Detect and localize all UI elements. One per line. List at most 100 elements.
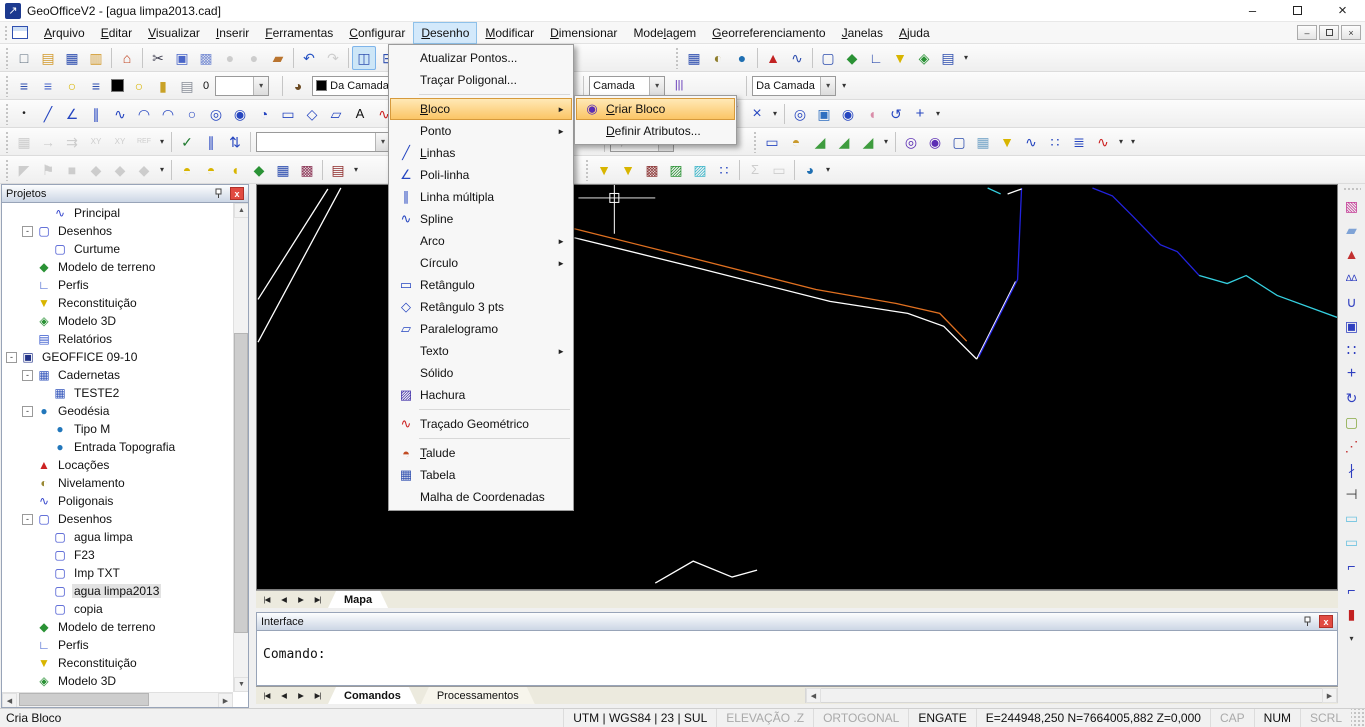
exportar-opcoes-dropdown-icon[interactable]: ▾ xyxy=(822,158,834,182)
menu-configurar[interactable]: Configurar xyxy=(341,22,413,44)
tab-processamentos[interactable]: Processamentos xyxy=(421,687,535,704)
tree-item-imp-txt[interactable]: ▢Imp TXT xyxy=(2,564,232,582)
compasso-button[interactable]: ◔ xyxy=(252,102,276,126)
zoom-total-button[interactable]: ▣ xyxy=(812,102,836,126)
combo-tipo-linha[interactable]: Camada▾ xyxy=(589,76,665,96)
nav-first-button[interactable]: |◀ xyxy=(258,688,275,703)
filtro-editar-button[interactable]: ▼ xyxy=(616,158,640,182)
talude-lateral-button[interactable]: ◖ xyxy=(223,158,247,182)
talude-menu-item[interactable]: ◓Talude xyxy=(390,442,572,464)
paralelogramo-menu-item[interactable]: ▱Paralelogramo xyxy=(390,318,572,340)
modelo-terreno-1-button[interactable]: ◢ xyxy=(808,130,832,154)
child-close-button[interactable]: × xyxy=(1341,25,1361,40)
offset-button[interactable]: ▣ xyxy=(1340,314,1364,338)
criar-bloco-menu-item[interactable]: ◉Criar Bloco xyxy=(576,98,735,120)
cor-da-camada[interactable] xyxy=(111,79,124,92)
arco-3-pontos-button[interactable]: ◠ xyxy=(156,102,180,126)
cria-bloco-button[interactable]: ◎ xyxy=(899,130,923,154)
modelo-de-terreno-button[interactable]: ◆ xyxy=(840,46,864,70)
retangulo-3-pts-button[interactable]: ◇ xyxy=(300,102,324,126)
solido-menu-item[interactable]: Sólido xyxy=(390,362,572,384)
retangulo-button[interactable]: ▭ xyxy=(276,102,300,126)
menu-georreferenciamento[interactable]: Georreferenciamento xyxy=(704,22,833,44)
combo-camada[interactable]: ▾ xyxy=(215,76,269,96)
nav-last-button[interactable]: ▶| xyxy=(309,688,326,703)
nav-last-button[interactable]: ▶| xyxy=(309,592,326,607)
tree-item-principal[interactable]: ∿Principal xyxy=(2,204,232,222)
eleva-objetos-button[interactable]: ▼ xyxy=(995,130,1019,154)
scroll-right-icon[interactable]: ▶ xyxy=(1322,688,1337,703)
tree-item-copia[interactable]: ▢copia xyxy=(2,600,232,618)
talude-inferior-button[interactable]: ◓ xyxy=(199,158,223,182)
salvar-projeto-button[interactable]: ▥ xyxy=(84,46,108,70)
tree-item-modelo-3d[interactable]: ◈Modelo 3D xyxy=(2,312,232,330)
tree-vertical-scrollbar[interactable]: ▲ ▼ xyxy=(233,203,248,692)
apagar-button[interactable]: × xyxy=(745,102,769,126)
zoom-anterior-button[interactable]: ↺ xyxy=(884,102,908,126)
menu-dimensionar[interactable]: Dimensionar xyxy=(542,22,625,44)
circulo-menu-item[interactable]: Círculo► xyxy=(390,252,572,274)
quebrar-button[interactable]: ▭ xyxy=(1340,506,1364,530)
zoom-opcoes-dropdown-icon[interactable]: ▾ xyxy=(932,102,944,126)
quebrar-2-pontos-button[interactable]: ▭ xyxy=(1340,530,1364,554)
desenhos-button[interactable]: ▢ xyxy=(816,46,840,70)
todas-camadas-button[interactable]: ≡ xyxy=(84,74,108,98)
tree-expander-icon[interactable]: - xyxy=(22,406,33,417)
interface-panel-close-button[interactable]: x xyxy=(1319,615,1333,628)
copiar-objeto-button[interactable]: ▲ xyxy=(1340,242,1364,266)
linhas-menu-item[interactable]: ╱Linhas xyxy=(390,142,572,164)
tabela-coordenadas-button[interactable]: ▦ xyxy=(271,158,295,182)
circulo-button[interactable]: ○ xyxy=(180,102,204,126)
scroll-left-icon[interactable]: ◀ xyxy=(806,688,821,703)
tree-expander-icon[interactable]: - xyxy=(6,352,17,363)
matriz-button[interactable]: ∷ xyxy=(1340,338,1364,362)
cadernetas-button[interactable]: ▦ xyxy=(682,46,706,70)
malha-de-pontos-button[interactable]: ∷ xyxy=(1043,130,1067,154)
poli-linha-menu-item[interactable]: ∠Poli-linha xyxy=(390,164,572,186)
tree-item-geodesia[interactable]: -●Geodésia xyxy=(2,402,232,420)
remove-tabela-button[interactable]: ▩ xyxy=(295,158,319,182)
tree-item-reconstituicao[interactable]: ▼Reconstituição xyxy=(2,294,232,312)
tree-item-relatorios[interactable]: ▤Relatórios xyxy=(2,330,232,348)
nav-prev-button[interactable]: ◀ xyxy=(275,688,292,703)
tree-item-geoffice-09-10[interactable]: -▣GEOFFICE 09-10 xyxy=(2,348,232,366)
texto-button[interactable]: A xyxy=(348,102,372,126)
perfil-terreno-button[interactable]: ∿ xyxy=(1019,130,1043,154)
tree-item-perfis[interactable]: ∟Perfis xyxy=(2,276,232,294)
novo-desenho-2-button[interactable]: ▢ xyxy=(947,130,971,154)
apagar-opcoes-dropdown-icon[interactable]: ▾ xyxy=(769,102,781,126)
linha-projeto-button[interactable]: ∿ xyxy=(1091,130,1115,154)
modificar-opcoes-dropdown-icon[interactable]: ▾ xyxy=(1346,626,1358,650)
projects-panel-close-button[interactable]: x xyxy=(230,187,244,200)
tree-item-nivelamento[interactable]: ◐Nivelamento xyxy=(2,474,232,492)
menu-janelas[interactable]: Janelas xyxy=(834,22,891,44)
malha-opcoes-dropdown-icon[interactable]: ▾ xyxy=(1115,130,1127,154)
talude-superior-button[interactable]: ◓ xyxy=(175,158,199,182)
tracar-poligonal-menu-item[interactable]: Traçar Poligonal... xyxy=(390,69,572,91)
pincel-formatos-button[interactable]: ▰ xyxy=(266,46,290,70)
tree-item-agua-limpa2013[interactable]: ▢agua limpa2013 xyxy=(2,582,232,600)
propriedades-dropdown-icon[interactable]: ▾ xyxy=(838,74,850,98)
tree-item-desenhos[interactable]: -▢Desenhos xyxy=(2,222,232,240)
igualar-propriedades-button[interactable]: ▧ xyxy=(1340,194,1364,218)
retangulo-menu-item[interactable]: ▭Retângulo xyxy=(390,274,572,296)
menu-editar[interactable]: Editar xyxy=(93,22,140,44)
modelo-terreno-2-button[interactable]: ◢ xyxy=(832,130,856,154)
menu-ajuda[interactable]: Ajuda xyxy=(891,22,938,44)
lista-propriedades-button[interactable]: ▤ xyxy=(326,158,350,182)
menu-inserir[interactable]: Inserir xyxy=(208,22,257,44)
menu-desenho[interactable]: Desenho xyxy=(413,22,477,44)
scroll-right-icon[interactable]: ▶ xyxy=(218,693,233,708)
zoom-janela-button[interactable]: ◎ xyxy=(788,102,812,126)
terreno-opcoes-dropdown-icon[interactable]: ▾ xyxy=(880,130,892,154)
window-maximize-button[interactable] xyxy=(1275,0,1320,22)
nav-next-button[interactable]: ▶ xyxy=(292,688,309,703)
locacoes-button[interactable]: ▲ xyxy=(761,46,785,70)
modelo-3d-button[interactable]: ◈ xyxy=(912,46,936,70)
novo-desenho-button[interactable]: □ xyxy=(12,46,36,70)
paralelas-button[interactable]: ∥ xyxy=(199,130,223,154)
regua-button[interactable]: ▭ xyxy=(760,130,784,154)
estender-button[interactable]: ⊣ xyxy=(1340,482,1364,506)
mover-button[interactable]: + xyxy=(1340,362,1364,386)
escalar-button[interactable]: ▢ xyxy=(1340,410,1364,434)
